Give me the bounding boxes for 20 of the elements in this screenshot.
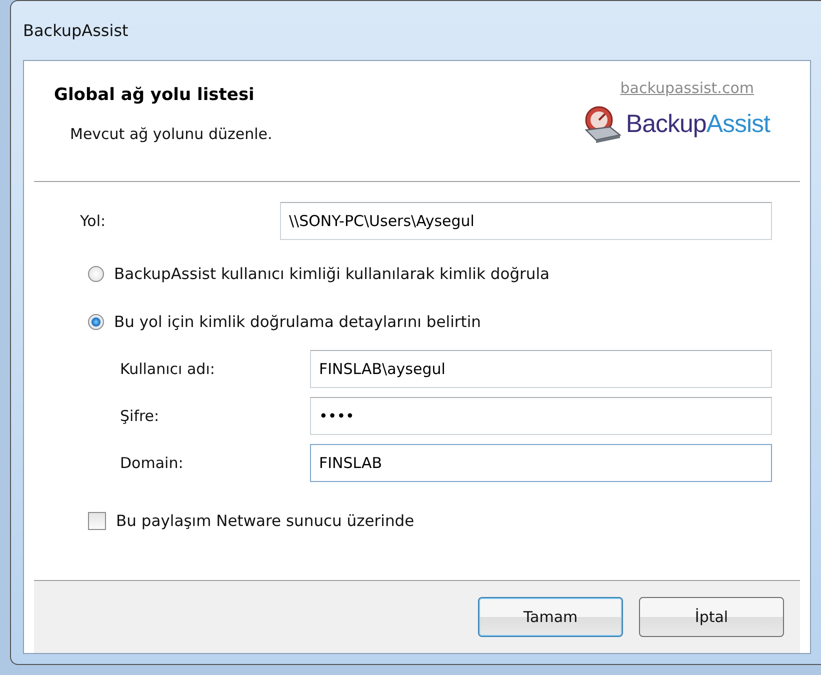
field-label: Domain: — [120, 454, 184, 472]
window-title: BackupAssist — [23, 21, 128, 40]
dialog-subtitle: Mevcut ağ yolunu düzenle. — [69, 125, 272, 143]
dialog-button[interactable]: Tamam — [478, 597, 623, 637]
path-field[interactable]: \\SONY-PC\Users\Aysegul — [280, 202, 772, 240]
radio-button[interactable] — [88, 314, 104, 330]
checkbox[interactable] — [88, 512, 106, 530]
input-field[interactable]: FINSLAB — [310, 444, 772, 482]
path-label: Yol: — [80, 212, 107, 230]
checkbox-label: Bu paylaşım Netware sunucu üzerinde — [116, 512, 414, 530]
dialog-button[interactable]: İptal — [639, 597, 784, 637]
radio-label: BackupAssist kullanıcı kimliği kullanılarak kimlik doğrula — [114, 265, 550, 283]
input-field[interactable]: FINSLAB\aysegul — [310, 350, 772, 388]
input-field[interactable]: •••• — [310, 397, 772, 435]
radio-button[interactable] — [88, 266, 104, 282]
field-label: Şifre: — [120, 407, 160, 425]
dialog-heading: Global ağ yolu listesi — [54, 85, 256, 105]
logo-text: BackupAssist — [626, 110, 770, 138]
field-label: Kullanıcı adı: — [120, 360, 216, 378]
radio-label: Bu yol için kimlik doğrulama detaylarını belirtin — [114, 313, 481, 331]
